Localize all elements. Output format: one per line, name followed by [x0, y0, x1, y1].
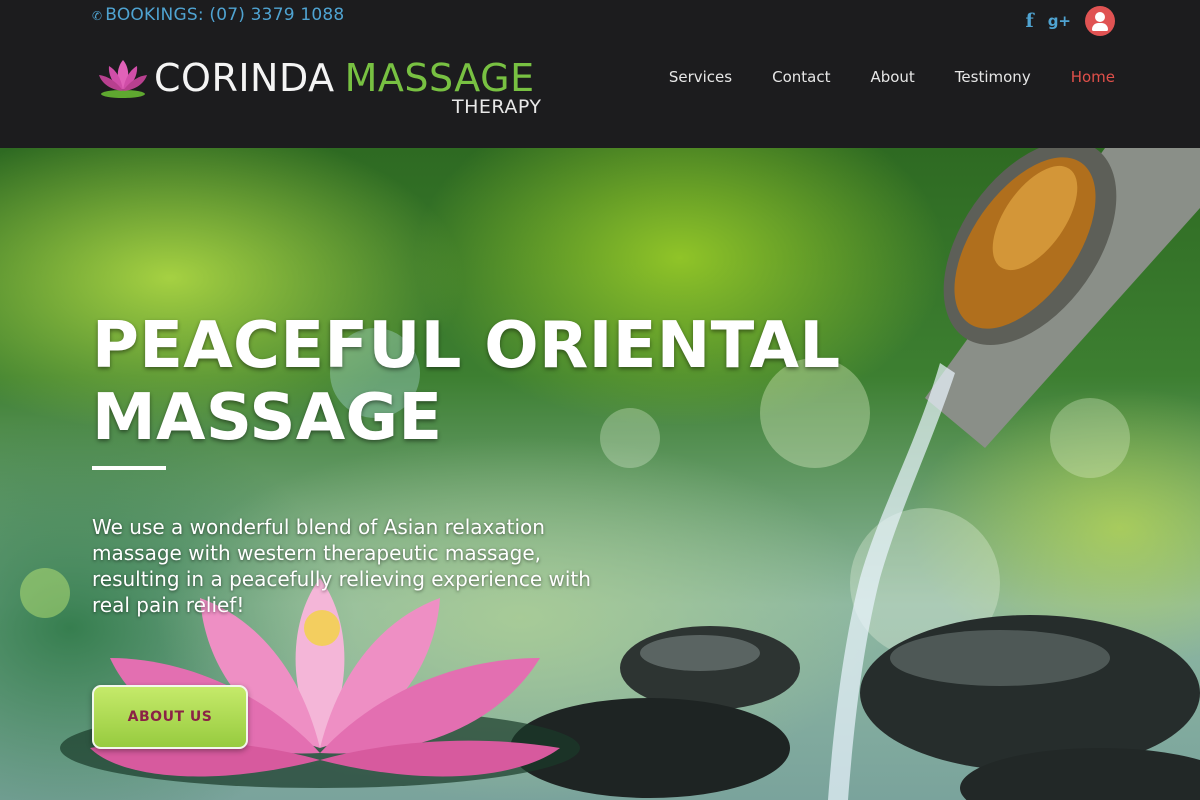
- logo-wordmark: CORINDA MASSAGE: [154, 56, 535, 100]
- site-header: ✆ BOOKINGS: (07) 3379 1088 f g+ CORINDA MA…: [0, 0, 1200, 148]
- nav-item-home[interactable]: Home: [1071, 68, 1115, 86]
- hero-description: We use a wonderful blend of Asian relaxa…: [92, 515, 591, 617]
- social-links: f g+: [1026, 6, 1115, 36]
- nav-item-contact[interactable]: Contact: [772, 68, 830, 86]
- logo-word-therapy: THERAPY: [452, 96, 542, 118]
- hero-banner: PEACEFUL ORIENTAL MASSAGE We use a wonde…: [0, 148, 1200, 800]
- facebook-icon[interactable]: f: [1026, 10, 1034, 32]
- hero-title: PEACEFUL ORIENTAL MASSAGE: [92, 309, 841, 455]
- title-divider: [92, 466, 166, 470]
- google-plus-icon[interactable]: g+: [1048, 12, 1071, 30]
- nav-item-services[interactable]: Services: [669, 68, 732, 86]
- nav-item-about[interactable]: About: [870, 68, 914, 86]
- bookings-text: BOOKINGS: (07) 3379 1088: [105, 5, 345, 25]
- phone-icon: ✆: [92, 9, 103, 23]
- logo-word-massage: MASSAGE: [344, 56, 535, 100]
- about-us-button[interactable]: ABOUT US: [92, 685, 248, 749]
- site-logo[interactable]: CORINDA MASSAGE THERAPY: [96, 54, 556, 124]
- nav-item-testimony[interactable]: Testimony: [955, 68, 1031, 86]
- bookings-phone[interactable]: ✆ BOOKINGS: (07) 3379 1088: [92, 5, 344, 25]
- lotus-logo-icon: [99, 60, 147, 98]
- user-icon[interactable]: [1085, 6, 1115, 36]
- logo-word-corinda: CORINDA: [154, 56, 335, 100]
- main-nav: Services Contact About Testimony Home: [629, 68, 1115, 86]
- bamboo-spout: [925, 148, 1200, 448]
